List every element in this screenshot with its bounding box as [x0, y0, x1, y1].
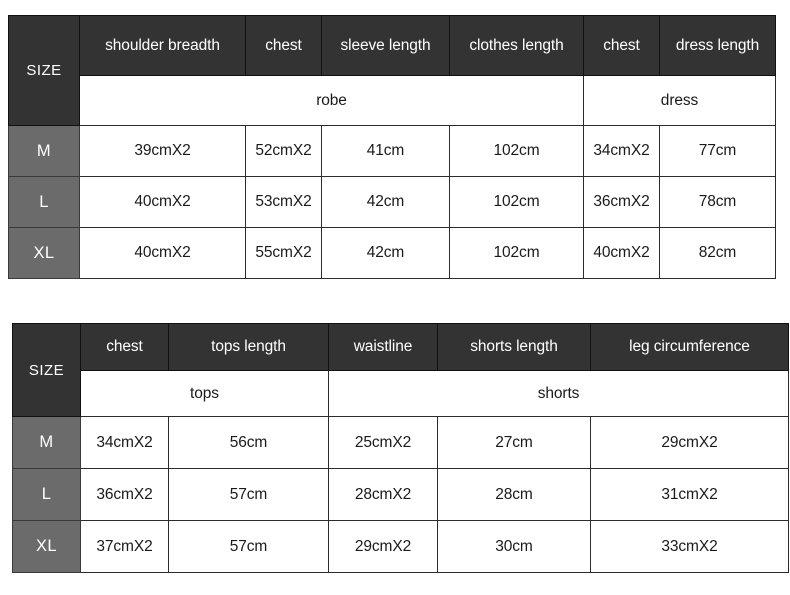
size-cell-l: L	[12, 468, 81, 521]
cell-value: 55cmX2	[245, 227, 322, 279]
column-header-sleeve-length: sleeve length	[321, 15, 450, 76]
table-row: M 34cmX2 56cm 25cmX2 27cm 29cmX2	[12, 416, 789, 469]
table-row: L 40cmX2 53cmX2 42cm 102cm 36cmX2 78cm	[8, 176, 776, 228]
cell-value: 41cm	[321, 125, 450, 177]
column-header-shorts-length: shorts length	[437, 323, 591, 371]
column-header-tops-length: tops length	[168, 323, 329, 371]
table-header-row: SIZE chest tops length waistline shorts …	[12, 323, 789, 417]
cell-value: 42cm	[321, 176, 450, 228]
cell-value: 30cm	[437, 520, 591, 573]
size-column-header: SIZE	[12, 323, 81, 417]
size-column-header: SIZE	[8, 15, 80, 126]
cell-value: 82cm	[659, 227, 776, 279]
size-table-tops-shorts: SIZE chest tops length waistline shorts …	[12, 323, 789, 573]
cell-value: 40cmX2	[79, 227, 246, 279]
group-label-tops: tops	[80, 370, 329, 417]
cell-value: 102cm	[449, 125, 584, 177]
group-label-row: robe dress	[9, 75, 776, 126]
group-label-dress: dress	[583, 75, 776, 126]
table-row: XL 40cmX2 55cmX2 42cm 102cm 40cmX2 82cm	[8, 227, 776, 279]
group-label-row: tops shorts	[13, 370, 789, 417]
column-header-leg-circumference: leg circumference	[590, 323, 789, 371]
column-header-chest-dress: chest	[583, 15, 660, 76]
column-header-chest: chest	[245, 15, 322, 76]
column-header-shoulder-breadth: shoulder breadth	[79, 15, 246, 76]
column-header-waistline: waistline	[328, 323, 438, 371]
cell-value: 102cm	[449, 227, 584, 279]
cell-value: 42cm	[321, 227, 450, 279]
cell-value: 25cmX2	[328, 416, 438, 469]
size-cell-l: L	[8, 176, 80, 228]
size-table-robe-dress: SIZE shoulder breadth chest sleeve lengt…	[8, 15, 776, 279]
cell-value: 37cmX2	[80, 520, 169, 573]
table-row: XL 37cmX2 57cm 29cmX2 30cm 33cmX2	[12, 520, 789, 573]
cell-value: 29cmX2	[328, 520, 438, 573]
cell-value: 33cmX2	[590, 520, 789, 573]
cell-value: 29cmX2	[590, 416, 789, 469]
cell-value: 57cm	[168, 520, 329, 573]
cell-value: 102cm	[449, 176, 584, 228]
cell-value: 40cmX2	[583, 227, 660, 279]
size-chart-sheet: SIZE shoulder breadth chest sleeve lengt…	[0, 0, 790, 595]
cell-value: 36cmX2	[80, 468, 169, 521]
cell-value: 57cm	[168, 468, 329, 521]
size-cell-xl: XL	[12, 520, 81, 573]
cell-value: 34cmX2	[583, 125, 660, 177]
table-row: M 39cmX2 52cmX2 41cm 102cm 34cmX2 77cm	[8, 125, 776, 177]
cell-value: 27cm	[437, 416, 591, 469]
cell-value: 28cmX2	[328, 468, 438, 521]
cell-value: 52cmX2	[245, 125, 322, 177]
group-label-robe: robe	[79, 75, 584, 126]
size-cell-m: M	[8, 125, 80, 177]
table-header-row: SIZE shoulder breadth chest sleeve lengt…	[8, 15, 776, 126]
cell-value: 78cm	[659, 176, 776, 228]
cell-value: 39cmX2	[79, 125, 246, 177]
table-row: L 36cmX2 57cm 28cmX2 28cm 31cmX2	[12, 468, 789, 521]
group-label-shorts: shorts	[328, 370, 789, 417]
cell-value: 53cmX2	[245, 176, 322, 228]
column-header-clothes-length: clothes length	[449, 15, 584, 76]
cell-value: 56cm	[168, 416, 329, 469]
cell-value: 34cmX2	[80, 416, 169, 469]
cell-value: 40cmX2	[79, 176, 246, 228]
size-cell-xl: XL	[8, 227, 80, 279]
cell-value: 36cmX2	[583, 176, 660, 228]
cell-value: 28cm	[437, 468, 591, 521]
column-header-chest: chest	[80, 323, 169, 371]
cell-value: 77cm	[659, 125, 776, 177]
cell-value: 31cmX2	[590, 468, 789, 521]
column-header-dress-length: dress length	[659, 15, 776, 76]
size-cell-m: M	[12, 416, 81, 469]
